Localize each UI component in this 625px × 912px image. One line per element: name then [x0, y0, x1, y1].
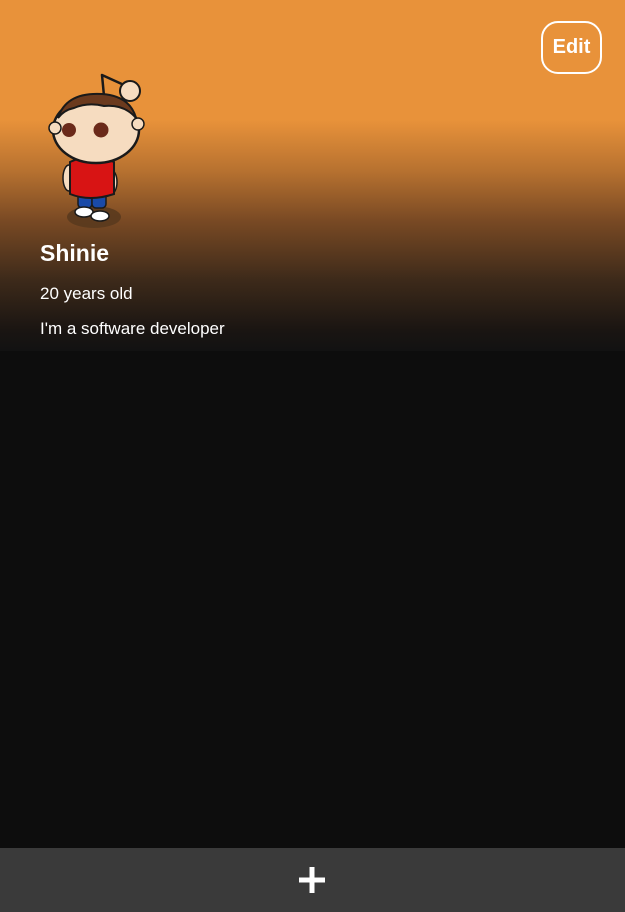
profile-bio: I'm a software developer [40, 319, 225, 338]
bottom-bar [0, 848, 625, 912]
profile-screen: Edit Shinie 20 years old I'm a software … [0, 0, 625, 912]
profile-name: Shinie [40, 240, 110, 266]
reddit-snoo-avatar-icon [48, 73, 145, 228]
edit-button[interactable]: Edit [541, 21, 602, 74]
add-button[interactable] [282, 848, 342, 912]
profile-header: Edit Shinie 20 years old I'm a software … [0, 0, 625, 351]
avatar [44, 70, 154, 235]
profile-age: 20 years old [40, 284, 133, 303]
plus-icon [299, 867, 325, 893]
